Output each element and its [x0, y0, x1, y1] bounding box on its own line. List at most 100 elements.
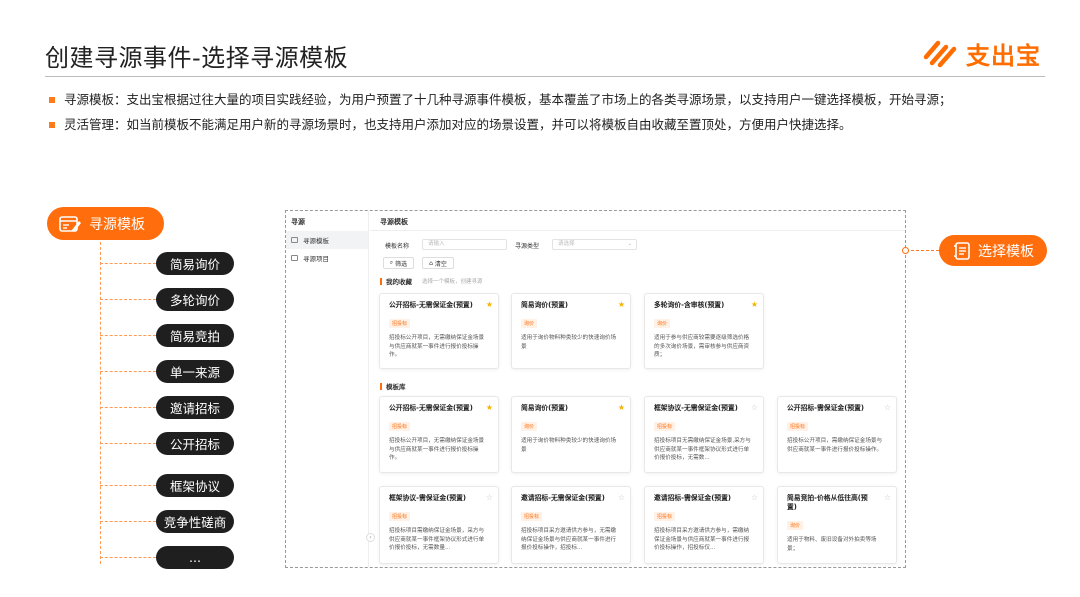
tree-branch	[100, 485, 156, 486]
bullet-square-icon	[49, 97, 55, 103]
card-tag: 询价	[654, 319, 671, 328]
template-card[interactable]: 公开招标-需保证金(预置) ☆ 招投标 招投标公开项目，需缴纳保证金场景与供应商就…	[777, 396, 897, 473]
template-card[interactable]: 简易询价(预置) ★ 询价 适用于询价物料种类较少的快速询价场景	[511, 396, 631, 473]
type-pill-competitive-negotiation: 竞争性磋商	[156, 510, 234, 533]
star-outline-icon[interactable]: ☆	[884, 403, 891, 412]
card-description: 招投标公开项目，无需缴纳保证金场景与供应商就某一事件进行报价投标操作。	[389, 335, 485, 358]
library-title: 模板库	[386, 383, 406, 391]
search-icon: ⌕	[389, 259, 394, 266]
card-title-text: 简易询价(预置)	[521, 301, 568, 309]
app-sidebar: 寻源 寻源模板 寻源项目	[286, 211, 369, 567]
star-filled-icon[interactable]: ★	[618, 403, 625, 412]
template-card[interactable]: 简易询价(预置) ★ 询价 适用于询价物料种类较少的快速询价场景	[511, 293, 631, 369]
card-title-text: 框架协议-无需保证金(预置)	[654, 404, 738, 412]
star-outline-icon[interactable]: ☆	[751, 403, 758, 412]
card-description: 招投标公开项目，需缴纳保证金场景与供应商就某一事件进行报价投标操作。	[787, 438, 883, 453]
card-tag: 询价	[521, 422, 538, 431]
template-card[interactable]: 公开招标-无需保证金(预置) ★ 招投标 招投标公开项目，无需缴纳保证金场景与供应…	[379, 293, 499, 369]
template-card[interactable]: 多轮询价-含审核(预置) ★ 询价 适用于参与供应商较需要逐级筛选价格的多次询价场…	[644, 293, 764, 369]
document-list-icon	[954, 241, 970, 260]
template-card[interactable]: 公开招标-无需保证金(预置) ★ 招投标 招投标公开项目，无需缴纳保证金场景与供应…	[379, 396, 499, 473]
title-divider	[45, 76, 1045, 77]
type-pill-more: ...	[156, 546, 234, 569]
star-filled-icon[interactable]: ★	[486, 403, 493, 412]
card-tag: 招投标	[521, 512, 543, 521]
callout-dot	[902, 247, 909, 254]
template-category-pill: 寻源模板	[47, 207, 164, 240]
card-title-text: 邀请招标-需保证金(预置)	[654, 494, 732, 502]
card-title: 框架协议-无需保证金(预置) ☆	[654, 403, 758, 413]
star-outline-icon[interactable]: ☆	[751, 493, 758, 502]
section-marker	[380, 277, 382, 285]
bullet-square-icon	[49, 122, 55, 128]
card-title: 框架协议-需保证金(预置) ☆	[389, 493, 493, 503]
tree-branch	[100, 443, 156, 444]
star-filled-icon[interactable]: ★	[751, 300, 758, 309]
sidebar-item-label: 寻源模板	[303, 237, 329, 245]
sidebar-item-templates[interactable]: 寻源模板	[286, 231, 368, 249]
callout-connector	[906, 250, 939, 251]
card-description: 招投标公开项目，无需缴纳保证金场景与供应商就某一事件进行报价投标操作。	[389, 438, 485, 461]
filter-button[interactable]: ⌕ 筛选	[383, 257, 414, 269]
section-marker	[380, 382, 382, 390]
sourcing-type-label: 寻源类型	[515, 243, 540, 250]
bullet-text: 灵活管理：如当前模板不能满足用户新的寻源场景时，也支持用户添加对应的场景设置，并…	[64, 117, 852, 132]
type-pill-simple-inquiry: 简易询价	[156, 252, 234, 275]
card-title-text: 简易竞拍-价格从低往高(预置)	[787, 494, 868, 511]
clear-button[interactable]: ⌂ 清空	[422, 257, 454, 269]
sourcing-type-select[interactable]: 请选择 ⌄	[552, 239, 637, 250]
favorites-section-title: 我的收藏 选择一个模板，创建寻源	[380, 276, 483, 286]
template-card[interactable]: 简易竞拍-价格从低往高(预置) ☆ 询价 适用于物料、废旧设备对外拍卖等场景；	[777, 486, 897, 564]
sidebar-item-projects[interactable]: 寻源项目	[286, 249, 368, 267]
grid-icon	[291, 237, 298, 243]
star-outline-icon[interactable]: ☆	[618, 493, 625, 502]
star-filled-icon[interactable]: ★	[486, 300, 493, 309]
type-pill-invited-bidding: 邀请招标	[156, 396, 234, 419]
template-name-input[interactable]: 请输入	[422, 239, 507, 250]
card-description: 招投标项目采方邀请供方参与，需缴纳保证金场景与供应商就某一事件进行报价投标操作，…	[654, 528, 750, 551]
intro-bullets: 寻源模板：支出宝根据过往大量的项目实践经验，为用户预置了十几种寻源事件模板，基本…	[49, 92, 1069, 142]
type-pill-open-bidding: 公开招标	[156, 432, 234, 455]
type-pill-single-source: 单一来源	[156, 360, 234, 383]
tree-branch	[100, 263, 156, 264]
type-pill-framework-agreement: 框架协议	[156, 474, 234, 497]
clear-button-label: 清空	[434, 260, 447, 268]
template-card[interactable]: 框架协议-无需保证金(预置) ☆ 招投标 招投标项目无需缴纳保证金场景,采方与供应…	[644, 396, 764, 473]
card-title: 公开招标-无需保证金(预置) ★	[389, 403, 493, 413]
template-category-label: 寻源模板	[89, 216, 145, 233]
card-tag: 招投标	[389, 319, 411, 328]
tree-branch	[100, 371, 156, 372]
star-outline-icon[interactable]: ☆	[884, 493, 891, 502]
select-template-pill: 选择模板	[939, 235, 1047, 266]
card-title: 邀请招标-无需保证金(预置) ☆	[521, 493, 625, 503]
card-tag: 招投标	[389, 512, 411, 521]
template-window-icon	[59, 215, 81, 232]
tree-branch	[100, 335, 156, 336]
card-description: 适用于询价物料种类较少的快速询价场景	[521, 438, 617, 453]
card-title: 简易竞拍-价格从低往高(预置) ☆	[787, 493, 891, 512]
card-description: 招投标项目采方邀请供方参与，无需缴纳保证金场景与供应商就某一事件进行报价投标操作…	[521, 528, 617, 551]
card-tag: 招投标	[654, 512, 676, 521]
template-card[interactable]: 邀请招标-无需保证金(预置) ☆ 招投标 招投标项目采方邀请供方参与，无需缴纳保证…	[511, 486, 631, 564]
template-card[interactable]: 框架协议-需保证金(预置) ☆ 招投标 招投标项目需缴纳保证金场景，采方与供应商就…	[379, 486, 499, 564]
card-description: 适用于询价物料种类较少的快速询价场景	[521, 335, 617, 350]
brand-logo: 支出宝	[922, 36, 1041, 70]
tree-branch	[100, 521, 156, 522]
card-title-text: 框架协议-需保证金(预置)	[389, 494, 467, 502]
card-description: 适用于物料、废旧设备对外拍卖等场景；	[787, 537, 877, 552]
tree-connector-line	[100, 242, 101, 564]
card-tag: 询价	[521, 319, 538, 328]
card-title: 公开招标-无需保证金(预置) ★	[389, 300, 493, 310]
sidebar-item-label: 寻源项目	[303, 255, 329, 263]
sourcing-type-placeholder: 请选择	[558, 241, 575, 247]
card-tag: 询价	[787, 521, 804, 530]
card-title-text: 多轮询价-含审核(预置)	[654, 301, 725, 309]
template-card[interactable]: 邀请招标-需保证金(预置) ☆ 招投标 招投标项目采方邀请供方参与，需缴纳保证金场…	[644, 486, 764, 564]
star-outline-icon[interactable]: ☆	[486, 493, 493, 502]
card-description: 招投标项目无需缴纳保证金场景,采方与供应商就某一事件框架协议形式进行单价报价投标…	[654, 438, 751, 461]
type-pill-multi-round-inquiry: 多轮询价	[156, 288, 234, 311]
star-filled-icon[interactable]: ★	[618, 300, 625, 309]
card-title: 简易询价(预置) ★	[521, 300, 625, 310]
collapse-sidebar-button[interactable]: ‹	[366, 533, 375, 542]
library-section-title: 模板库	[380, 381, 406, 391]
